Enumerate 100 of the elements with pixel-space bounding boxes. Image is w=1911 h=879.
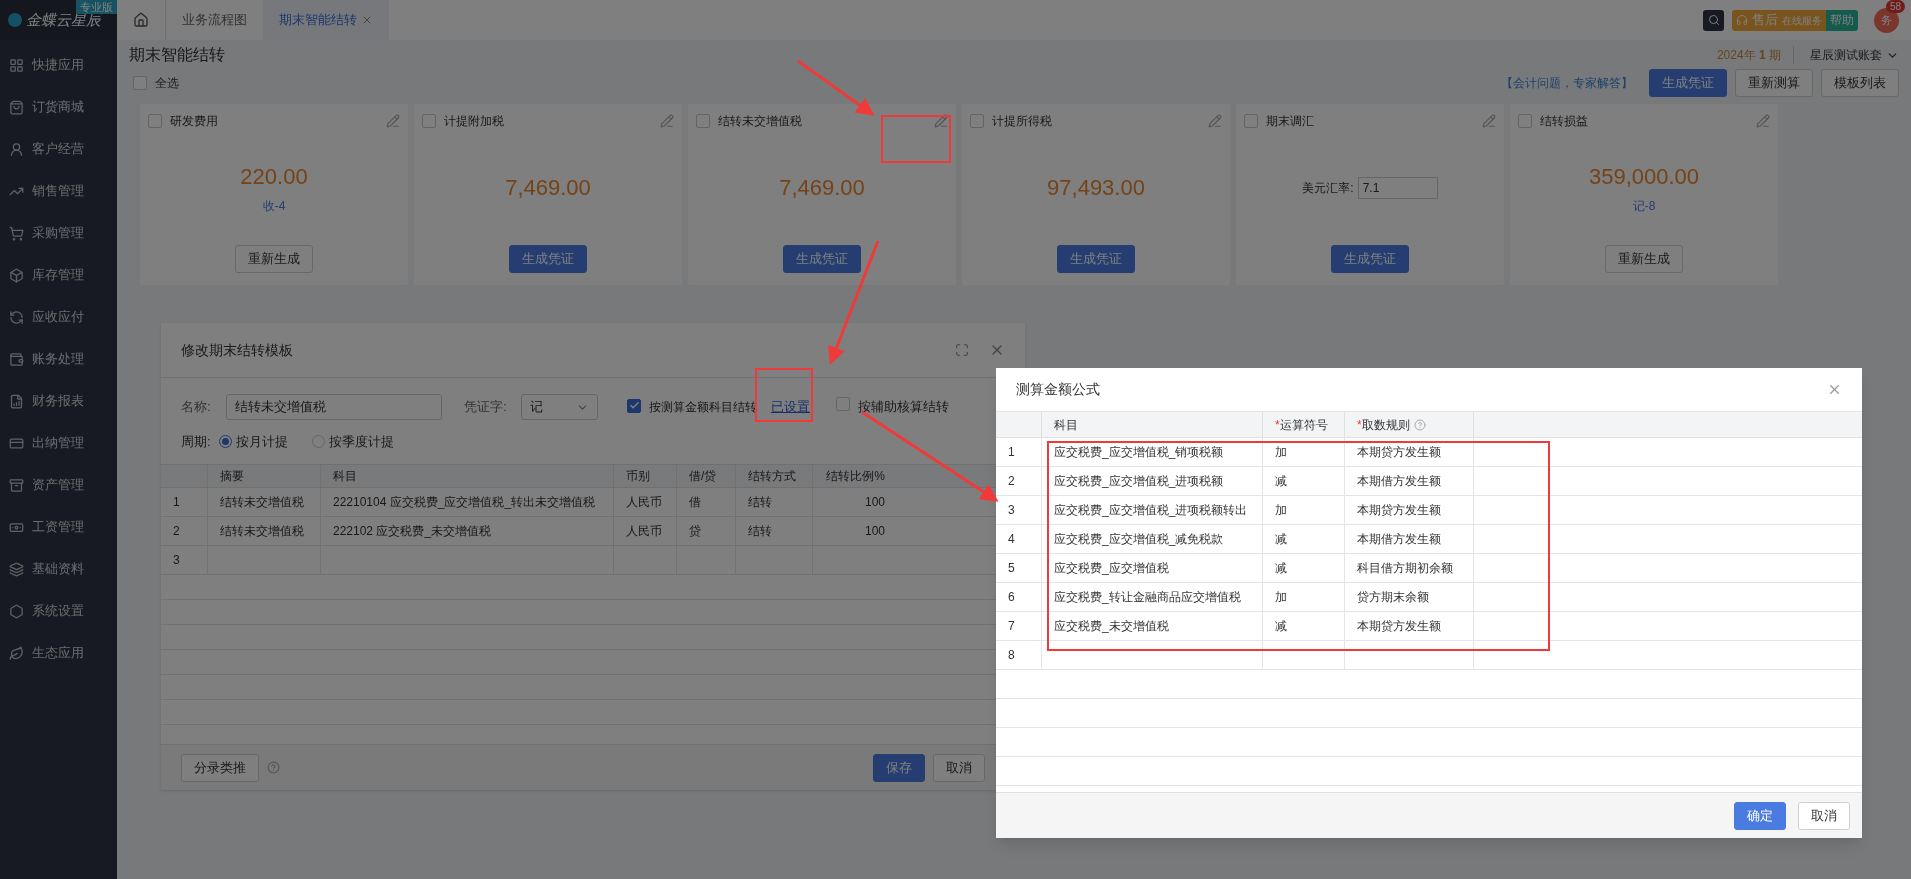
sidebar-item[interactable]: 账务处理 xyxy=(0,338,117,380)
table-cell: 22210104 应交税费_应交增值税_转出未交增值税 xyxy=(320,487,613,516)
cancel-button[interactable]: 取消 xyxy=(933,753,985,782)
confirm-button[interactable]: 确定 xyxy=(1734,801,1786,830)
period-radio[interactable]: 按月计提 xyxy=(218,432,288,452)
card-button[interactable]: 生成凭证 xyxy=(783,245,861,273)
table-cell: 本期借方发生额 xyxy=(1344,467,1473,495)
name-label: 名称: xyxy=(181,398,212,417)
checkbox[interactable] xyxy=(970,114,984,128)
rate-field[interactable]: 7.1 xyxy=(1357,176,1438,199)
column-header: 结转方式 xyxy=(735,464,812,487)
table-cell: 应交税费_应交增值税_进项税额 xyxy=(1041,467,1262,495)
sidebar-item[interactable]: 订货商城 xyxy=(0,86,117,128)
cancel-button[interactable]: 取消 xyxy=(1798,801,1850,830)
table-cell: 结转未交增值税 xyxy=(207,516,320,545)
voucher-link[interactable]: 记-8 xyxy=(1632,197,1656,215)
box-icon xyxy=(9,267,24,283)
period-radio[interactable]: 按季度计提 xyxy=(311,432,394,452)
card-title: 结转损益 xyxy=(1540,113,1588,130)
close-icon[interactable] xyxy=(1827,382,1842,397)
period-text: 2024年 1 期 xyxy=(1716,47,1781,64)
name-field[interactable]: 结转未交增值税 xyxy=(226,394,442,420)
period-label: 周期: xyxy=(181,433,211,451)
checkbox[interactable] xyxy=(696,114,710,128)
toolbar-button[interactable]: 重新测算 xyxy=(1735,69,1813,97)
pencil-icon[interactable] xyxy=(934,114,948,128)
row-number: 3 xyxy=(1007,502,1016,519)
card-button[interactable]: 生成凭证 xyxy=(1057,245,1135,273)
checkbox[interactable] xyxy=(627,398,641,413)
expert-link[interactable]: 【会计问题，专家解答】 xyxy=(1501,74,1633,92)
pencil-icon[interactable] xyxy=(1756,114,1770,128)
card-button[interactable]: 重新生成 xyxy=(235,245,313,273)
voucher-select[interactable]: 记 xyxy=(521,394,598,420)
sidebar-item[interactable]: 系统设置 xyxy=(0,590,117,632)
service-button[interactable]: 售后 在线服务 xyxy=(1732,9,1826,31)
sidebar-item[interactable]: 财务报表 xyxy=(0,380,117,422)
search-icon xyxy=(1707,14,1720,26)
checkbox[interactable] xyxy=(133,76,147,90)
sidebar-item[interactable]: 销售管理 xyxy=(0,170,117,212)
row-number: 8 xyxy=(1007,647,1016,664)
infer-button[interactable]: 分录类推 xyxy=(181,753,259,782)
sidebar-item[interactable]: 库存管理 xyxy=(0,254,117,296)
sidebar-item[interactable]: 生态应用 xyxy=(0,632,117,674)
toolbar-button[interactable]: 生成凭证 xyxy=(1649,69,1727,97)
rate-label: 美元汇率: xyxy=(1302,179,1354,197)
column-header: 摘要 xyxy=(207,464,320,487)
maximize-icon[interactable] xyxy=(955,343,969,357)
configured-link[interactable]: 已设置 xyxy=(771,397,810,417)
table-cell: 222102 应交税费_未交增值税 xyxy=(320,516,613,545)
table-cell: 加 xyxy=(1262,438,1344,466)
sidebar-item[interactable]: 应收应付 xyxy=(0,296,117,338)
amount: 7,469.00 xyxy=(779,174,865,202)
close-icon[interactable] xyxy=(361,14,373,26)
table-cell: 减 xyxy=(1262,612,1344,640)
sidebar-item[interactable]: 快捷应用 xyxy=(0,44,117,86)
home-icon[interactable] xyxy=(133,12,149,28)
pencil-icon[interactable] xyxy=(1208,114,1222,128)
sidebar-item[interactable]: 工资管理 xyxy=(0,506,117,548)
sidebar-item[interactable]: 资产管理 xyxy=(0,464,117,506)
row-number: 1 xyxy=(1007,444,1016,461)
table-cell: 应交税费_转让金融商品应交增值税 xyxy=(1041,583,1262,611)
table-cell: 100 xyxy=(812,487,897,516)
amount: 220.00 xyxy=(240,163,308,191)
checkbox[interactable] xyxy=(1518,114,1532,128)
report-icon xyxy=(9,393,24,409)
pencil-icon[interactable] xyxy=(386,114,400,128)
card-title: 期末调汇 xyxy=(1266,113,1314,130)
checkbox[interactable] xyxy=(422,114,436,128)
cart-icon xyxy=(9,225,24,241)
row-number: 2 xyxy=(1007,473,1016,490)
checkbox[interactable] xyxy=(836,397,850,412)
select-all-label: 全选 xyxy=(155,75,179,92)
card-button[interactable]: 重新生成 xyxy=(1605,245,1683,273)
page-tab[interactable]: 期末智能结转 xyxy=(263,0,389,40)
toolbar-button[interactable]: 模板列表 xyxy=(1821,69,1899,97)
grid-icon xyxy=(9,57,24,73)
table-cell: 应交税费_应交增值税_销项税额 xyxy=(1041,438,1262,466)
card-button[interactable]: 生成凭证 xyxy=(1331,245,1409,273)
voucher-link[interactable]: 收-4 xyxy=(262,197,286,215)
hexagon-icon xyxy=(9,603,24,619)
amount: 7,469.00 xyxy=(505,174,591,202)
account-set-selector[interactable]: 星辰测试账套 xyxy=(1793,46,1899,64)
sidebar-item[interactable]: 客户经营 xyxy=(0,128,117,170)
sidebar-item[interactable]: 基础资料 xyxy=(0,548,117,590)
help-icon[interactable] xyxy=(1413,418,1426,431)
pencil-icon[interactable] xyxy=(1482,114,1496,128)
save-button[interactable]: 保存 xyxy=(873,753,925,782)
search-button[interactable] xyxy=(1703,9,1724,31)
highlight-frame xyxy=(755,368,813,422)
column-header: 科目 xyxy=(1041,412,1262,437)
help-button[interactable]: 帮助 xyxy=(1826,9,1858,31)
sidebar-item[interactable]: 出纳管理 xyxy=(0,422,117,464)
help-icon[interactable] xyxy=(267,761,280,774)
dialog-title: 修改期末结转模板 xyxy=(181,340,293,360)
card-button[interactable]: 生成凭证 xyxy=(509,245,587,273)
row-number: 7 xyxy=(1007,618,1016,635)
checkbox[interactable] xyxy=(148,114,162,128)
pencil-icon[interactable] xyxy=(660,114,674,128)
checkbox[interactable] xyxy=(1244,114,1258,128)
sidebar-item[interactable]: 采购管理 xyxy=(0,212,117,254)
